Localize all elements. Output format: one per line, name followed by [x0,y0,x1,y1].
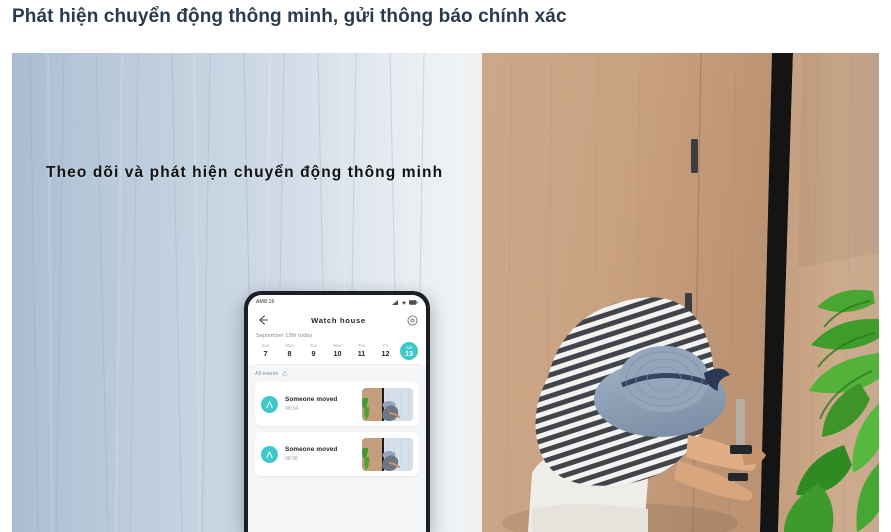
signal-icon [392,299,398,305]
wifi-icon [401,301,406,305]
event-thumbnail-image [362,387,413,421]
event-title: Someone moved [285,396,338,403]
calendar-week-row: Sun 7 Mon 8 Tue 9 Wed 10 Thu 11 Fri 12 S… [256,342,418,360]
hero-image: Theo dõi và phát hiện chuyển động thông … [12,53,879,532]
refresh-icon[interactable] [282,371,288,377]
event-card[interactable]: Someone moved 08:34 [255,382,419,426]
battery-icon [409,299,418,305]
phone-app-bar: Watch house [248,309,426,331]
back-arrow-icon[interactable] [256,313,270,327]
calendar-day-thu[interactable]: Thu 11 [352,343,371,359]
status-time: AM8:16 [256,299,275,305]
calendar-day-tue[interactable]: Tue 9 [304,343,323,359]
event-time: 08:34 [285,406,298,412]
motion-person-glyph [266,400,273,408]
event-thumbnail[interactable] [362,387,413,421]
phone-screen: AM8:16 Watch house September 13th today … [248,295,426,532]
calendar-day-sun[interactable]: Sun 7 [256,343,275,359]
calendar-day-num: 7 [263,349,268,358]
gear-icon[interactable] [407,315,418,326]
phone-screen-title: Watch house [311,315,366,325]
event-text: Someone moved 08:34 [285,395,362,413]
phone-mockup: AM8:16 Watch house September 13th today … [244,291,430,532]
calendar-day-num: 9 [311,349,316,358]
motion-icon [261,445,278,463]
calendar-strip: September 13th today Sun 7 Mon 8 Tue 9 W… [248,331,426,364]
page-title: Phát hiện chuyển động thông minh, gửi th… [12,6,567,27]
phone-status-bar: AM8:16 [248,295,426,309]
motion-icon [261,395,278,413]
events-filter-label[interactable]: All events [255,371,278,377]
calendar-day-wed[interactable]: Wed 10 [328,343,347,359]
page-root: Phát hiện chuyển động thông minh, gửi th… [0,0,891,532]
events-section: All events Someone moved 08:34 Someone m… [248,365,426,532]
calendar-label: September 13th today [256,333,313,339]
event-text: Someone moved 08:36 [285,445,362,463]
events-header: All events [255,371,419,377]
event-thumbnail[interactable] [362,437,413,471]
calendar-day-num: 11 [357,349,366,358]
calendar-day-sat-selected[interactable]: Sat 13 [400,342,418,360]
calendar-day-num: 12 [381,349,390,358]
calendar-day-num: 13 [405,348,413,358]
calendar-day-mon[interactable]: Mon 8 [280,343,299,359]
motion-person-glyph [266,450,273,458]
event-thumbnail-image [362,437,413,471]
calendar-day-num: 10 [333,349,342,358]
status-icon-group [392,299,418,305]
calendar-day-fri[interactable]: Fri 12 [376,343,395,359]
hero-photo-illustration [12,53,879,532]
event-title: Someone moved [285,446,338,453]
calendar-day-num: 8 [287,349,292,358]
hero-overlay-caption: Theo dõi và phát hiện chuyển động thông … [46,164,444,181]
event-card[interactable]: Someone moved 08:36 [255,432,419,476]
event-time: 08:36 [285,456,298,462]
